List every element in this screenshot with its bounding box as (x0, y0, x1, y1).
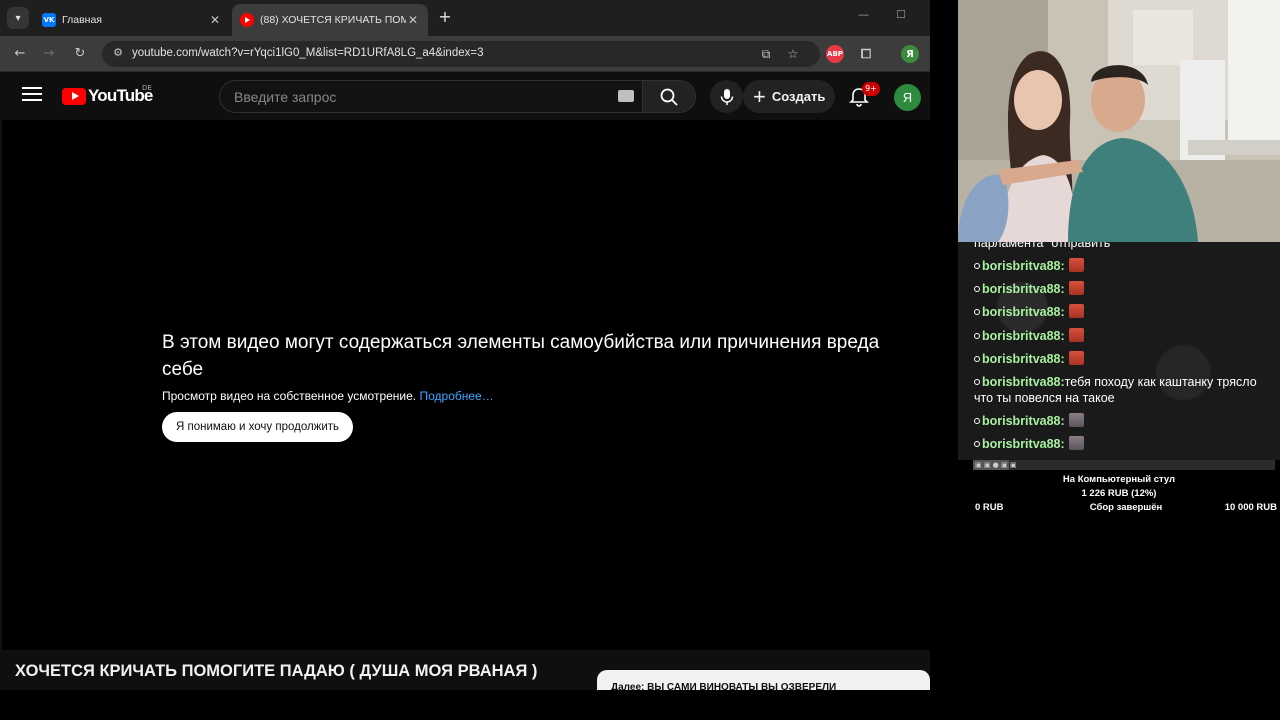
site-info-icon[interactable]: ⚙ (110, 46, 126, 62)
youtube-icon (240, 13, 254, 27)
browser-toolbar: ← → ↻ ⚙ youtube.com/watch?v=rYqci1lG0_M&… (0, 36, 930, 72)
content-warning-title: В этом видео могут содержаться элементы … (162, 332, 880, 380)
create-label: Создать (771, 89, 826, 104)
tab-youtube-video[interactable]: (88) ХОЧЕТСЯ КРИЧАТЬ ПОМОГИТЕ ✕ (232, 4, 428, 36)
emote-icon (1068, 413, 1084, 427)
badge-icon (974, 356, 980, 362)
badge-icon (974, 379, 980, 385)
bookmark-star-icon[interactable]: ☆ (785, 46, 801, 62)
chat-message: borisbritva88: (974, 413, 1264, 429)
chat-username: borisbritva88: (982, 414, 1065, 428)
emote-icon (1068, 304, 1084, 318)
badge-icon (974, 286, 980, 292)
chat-username: borisbritva88: (982, 352, 1065, 366)
install-app-icon[interactable]: ⧉ (758, 46, 774, 62)
minimize-icon[interactable]: — (858, 8, 869, 21)
tab-title: Главная (62, 14, 102, 26)
chat-message: borisbritva88:тебя походу как каштанку т… (974, 374, 1264, 406)
screen: ▾ VK Главная ✕ (88) ХОЧЕТСЯ КРИЧАТЬ ПОМО… (0, 0, 1280, 720)
stream-chat: парламента "отправить" borisbritva88: bo… (958, 242, 1280, 460)
search-button[interactable] (643, 80, 696, 113)
learn-more-link[interactable]: Подробнее… (419, 389, 493, 403)
youtube-logo[interactable]: YouTube DE (62, 84, 153, 106)
up-next-card[interactable]: Далее: ВЫ САМИ ВИНОВАТЫ ВЫ ОЗВЕРЕЛИ (597, 670, 930, 690)
chat-username: borisbritva88: (982, 282, 1065, 296)
tab-vk-home[interactable]: VK Главная ✕ (34, 4, 230, 36)
chat-message: borisbritva88: (974, 436, 1264, 452)
content-warning-text: Просмотр видео на собственное усмотрение… (162, 389, 417, 403)
goal-amount: 1 226 RUB (12%) (1081, 488, 1157, 499)
badge-icon (974, 263, 980, 269)
badge-icon (974, 441, 980, 447)
webcam-feed (958, 0, 1280, 242)
chat-message-partial: парламента "отправить" (974, 242, 1115, 250)
menu-icon[interactable] (22, 87, 42, 105)
keyboard-icon[interactable] (618, 90, 634, 102)
emote-icon (1068, 328, 1084, 342)
chat-username: borisbritva88: (982, 437, 1065, 451)
microphone-icon (720, 88, 733, 105)
content-warning-subtitle: Просмотр видео на собственное усмотрение… (162, 389, 494, 403)
emote-icon (1068, 436, 1084, 450)
browser-profile-avatar[interactable]: Я (901, 45, 919, 63)
video-player[interactable]: В этом видео могут содержаться элементы … (2, 120, 930, 650)
badge-icon (974, 333, 980, 339)
chat-message: borisbritva88: (974, 281, 1264, 297)
donation-goal: ▣ ▣ ● ▣ ▣ На Компьютерный стул 1 226 RUB… (958, 460, 1280, 520)
tab-title: (88) ХОЧЕТСЯ КРИЧАТЬ ПОМОГИТЕ (260, 14, 406, 26)
goal-icons: ▣ ▣ ● ▣ ▣ (975, 461, 1017, 469)
goal-title: На Компьютерный стул (1062, 474, 1176, 485)
youtube-play-icon (62, 87, 86, 105)
below-player: ХОЧЕТСЯ КРИЧАТЬ ПОМОГИТЕ ПАДАЮ ( ДУША МО… (0, 650, 930, 690)
new-tab-button[interactable]: + (436, 8, 454, 26)
chat-message: borisbritva88: (974, 328, 1264, 344)
search-box[interactable] (219, 80, 643, 113)
chat-username: borisbritva88: (982, 375, 1065, 389)
notification-badge: 9+ (862, 82, 880, 96)
adblock-icon[interactable]: ABP (826, 45, 844, 63)
badge-icon (974, 418, 980, 424)
close-icon[interactable]: ✕ (208, 13, 222, 27)
back-icon[interactable]: ← (11, 45, 29, 63)
goal-progress-bar: ▣ ▣ ● ▣ ▣ (973, 460, 1275, 470)
create-button[interactable]: + Создать (743, 80, 835, 113)
address-bar[interactable]: ⚙ youtube.com/watch?v=rYqci1lG0_M&list=R… (102, 41, 820, 67)
emote-icon (1068, 351, 1084, 365)
plus-icon: + (753, 83, 766, 109)
chat-message: borisbritva88: (974, 351, 1264, 367)
voice-search-button[interactable] (710, 80, 743, 113)
chat-username: borisbritva88: (982, 259, 1065, 273)
tab-search-button[interactable]: ▾ (7, 7, 29, 29)
emote-icon (1068, 258, 1084, 272)
chat-message: borisbritva88: (974, 258, 1264, 274)
region-code: DE (142, 84, 152, 92)
search-input[interactable] (234, 89, 604, 105)
emote-icon (1068, 281, 1084, 295)
account-avatar[interactable]: Я (894, 84, 921, 111)
webcam-image (958, 0, 1280, 242)
youtube-header: YouTube DE + (0, 73, 930, 119)
chat-message: borisbritva88: (974, 304, 1264, 320)
url-text[interactable]: youtube.com/watch?v=rYqci1lG0_M&list=RD1… (132, 47, 483, 59)
chat-username: borisbritva88: (982, 305, 1065, 319)
chat-username: borisbritva88: (982, 329, 1065, 343)
browser-window: ▾ VK Главная ✕ (88) ХОЧЕТСЯ КРИЧАТЬ ПОМО… (0, 0, 930, 690)
goal-max: 10 000 RUB (1224, 502, 1277, 513)
reload-icon[interactable]: ↻ (71, 45, 89, 63)
vk-icon: VK (42, 13, 56, 27)
badge-icon (974, 309, 980, 315)
close-icon[interactable]: ✕ (406, 13, 420, 27)
puzzle-icon[interactable]: ⧠ (857, 45, 875, 63)
forward-icon[interactable]: → (40, 45, 58, 63)
tab-strip: ▾ VK Главная ✕ (88) ХОЧЕТСЯ КРИЧАТЬ ПОМО… (0, 0, 930, 36)
up-next-text[interactable]: Далее: ВЫ САМИ ВИНОВАТЫ ВЫ ОЗВЕРЕЛИ (611, 682, 836, 690)
search-icon (660, 88, 678, 106)
maximize-icon[interactable]: ☐ (896, 8, 906, 21)
continue-button[interactable]: Я понимаю и хочу продолжить (162, 412, 354, 442)
video-title: ХОЧЕТСЯ КРИЧАТЬ ПОМОГИТЕ ПАДАЮ ( ДУША МО… (15, 662, 538, 680)
